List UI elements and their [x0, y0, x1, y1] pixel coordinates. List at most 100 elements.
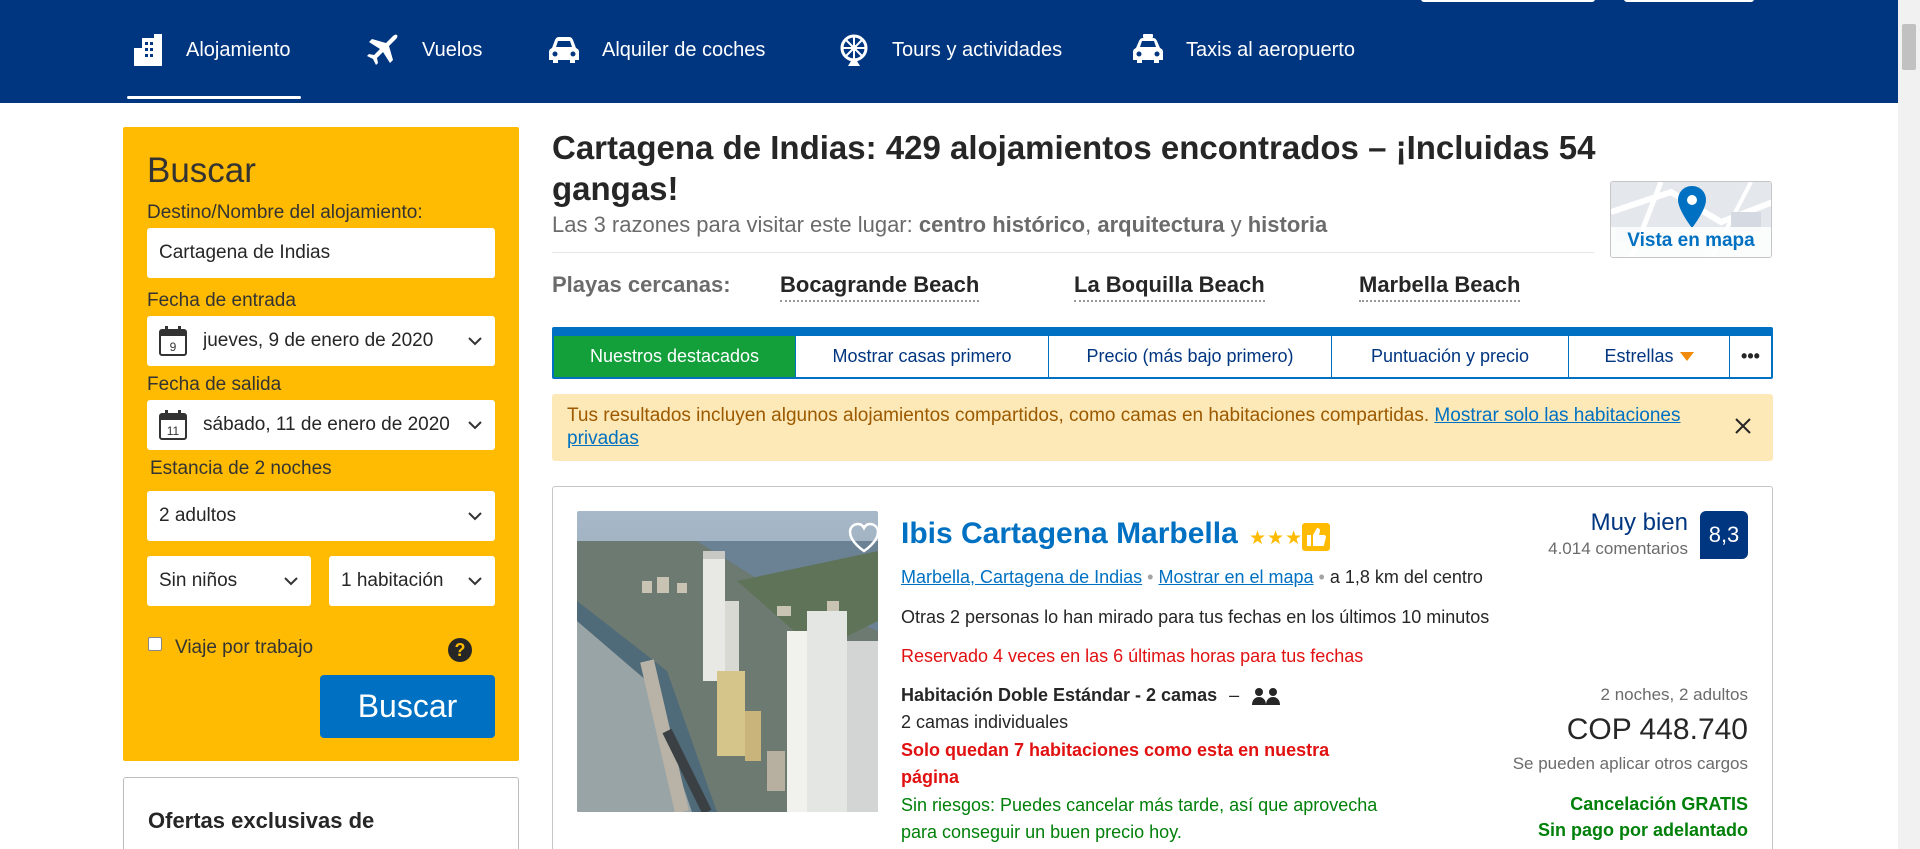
separator-dot: • — [1147, 567, 1154, 587]
nav-label: Taxis al aeropuerto — [1186, 38, 1355, 61]
destination-label: Destino/Nombre del alojamiento: — [147, 202, 423, 223]
nav-item-airport-taxi[interactable]: Taxis al aeropuerto — [1130, 30, 1355, 70]
shared-rooms-notice: Tus resultados incluyen algunos alojamie… — [552, 394, 1773, 461]
taxi-icon — [1133, 34, 1163, 63]
top-nav: Alojamiento Vuelos Alquiler de coches To… — [0, 0, 1898, 103]
star-rating: ★★★ — [1249, 528, 1304, 549]
destination-input[interactable]: Cartagena de Indias — [147, 228, 495, 278]
nav-label: Vuelos — [422, 38, 483, 61]
property-location: Marbella, Cartagena de Indias • Mostrar en… — [901, 567, 1483, 588]
children-value: Sin niños — [159, 570, 238, 591]
property-name[interactable]: Ibis Cartagena Marbella — [901, 517, 1238, 551]
map-view-button[interactable]: Vista en mapa — [1610, 181, 1772, 258]
checkout-label: Fecha de salida — [147, 374, 282, 395]
reason-separator: , — [1085, 212, 1098, 237]
viewers-note: Otras 2 personas lo han mirado para tus … — [901, 607, 1490, 627]
search-button[interactable]: Buscar — [320, 675, 495, 738]
nav-item-flights[interactable]: Vuelos — [366, 30, 482, 70]
notice-text: Tus resultados incluyen algunos alojamie… — [567, 405, 1435, 426]
scrollbar-thumb[interactable] — [1902, 24, 1916, 70]
search-panel: Buscar Destino/Nombre del alojamiento: C… — [123, 127, 519, 761]
page: Alojamiento Vuelos Alquiler de coches To… — [0, 0, 1920, 849]
checkout-date-field[interactable]: 11 sábado, 11 de enero de 2020 — [147, 400, 495, 450]
nav-item-tours[interactable]: Tours y actividades — [836, 30, 1062, 70]
location-link[interactable]: Marbella, Cartagena de Indias — [901, 567, 1142, 587]
map-pin-icon — [1678, 186, 1706, 228]
sort-more-button[interactable]: ••• — [1730, 336, 1771, 377]
beach-link[interactable]: La Boquilla Beach — [1074, 272, 1265, 302]
bed-config: 2 camas individuales — [901, 712, 1069, 732]
car-icon — [549, 37, 579, 63]
thumbs-up-icon — [1307, 528, 1326, 546]
property-card: Ibis Cartagena Marbella ★★★ Marbella, Ca… — [552, 486, 1773, 849]
reason: centro histórico — [918, 212, 1086, 237]
map-view-label: Vista en mapa — [1611, 227, 1771, 257]
nav-item-car-rental[interactable]: Alquiler de coches — [546, 30, 765, 70]
sort-tab-lowest-price[interactable]: Precio (más bajo primero) — [1049, 336, 1332, 377]
calendar-day: 11 — [167, 424, 180, 438]
review-score-badge[interactable]: 8,3 — [1700, 511, 1748, 559]
header-button-partial[interactable] — [1421, 0, 1595, 2]
nav-item-accommodation[interactable]: Alojamiento — [127, 30, 301, 99]
children-select[interactable]: Sin niños — [147, 556, 311, 606]
page-scrollbar[interactable] — [1898, 0, 1920, 849]
review-count[interactable]: 4.014 comentarios — [1548, 539, 1688, 559]
reason: arquitectura — [1097, 212, 1225, 237]
reason: historia — [1247, 212, 1328, 237]
rooms-select[interactable]: 1 habitación — [329, 556, 495, 606]
no-risk-message: Sin riesgos: Puedes cancelar más tarde, … — [901, 795, 1378, 842]
adults-value: 2 adultos — [159, 505, 237, 526]
booked-note: Reservado 4 veces en las 6 últimas horas… — [901, 646, 1364, 666]
nearby-beaches-label: Playas cercanas: — [552, 272, 731, 297]
heart-icon[interactable] — [847, 521, 878, 555]
ferris-wheel-icon — [840, 34, 868, 66]
chevron-down-icon — [468, 512, 482, 521]
exclusive-offers-box: Ofertas exclusivas de — [123, 777, 519, 849]
sort-tab-stars-label: Estrellas — [1604, 346, 1674, 366]
no-prepayment: Sin pago por adelantado — [1537, 820, 1748, 840]
room-type-name: Habitación Doble Estándar - 2 camas — [901, 685, 1218, 705]
search-title: Buscar — [147, 151, 256, 190]
visit-reasons: Las 3 razones para visitar este lugar: c… — [552, 212, 1327, 238]
calendar-icon: 11 — [159, 410, 187, 440]
header-button-partial[interactable] — [1624, 0, 1754, 2]
nav-label: Tours y actividades — [892, 38, 1063, 61]
extra-fees-note: Se pueden aplicar otros cargos — [1512, 754, 1748, 773]
offers-title: Ofertas exclusivas de — [148, 808, 375, 833]
dropdown-triangle-icon — [1679, 352, 1694, 361]
business-trip-label: Viaje por trabajo — [175, 637, 314, 658]
sort-tab-featured[interactable]: Nuestros destacados — [554, 336, 796, 377]
sort-tab-homes-first[interactable]: Mostrar casas primero — [796, 336, 1049, 377]
show-on-map-link[interactable]: Mostrar en el mapa — [1158, 567, 1313, 587]
adults-select[interactable]: 2 adultos — [147, 491, 495, 541]
beach-link[interactable]: Marbella Beach — [1359, 272, 1521, 302]
calendar-day: 9 — [170, 340, 177, 354]
business-trip-checkbox[interactable] — [148, 637, 162, 651]
help-icon[interactable]: ? — [448, 638, 472, 662]
sort-tab-score-price[interactable]: Puntuación y precio — [1332, 336, 1569, 377]
sort-bar: Nuestros destacados Mostrar casas primer… — [552, 327, 1773, 379]
free-cancellation: Cancelación GRATIS — [1570, 794, 1748, 814]
property-photo[interactable] — [577, 511, 878, 812]
stay-length: Estancia de 2 noches — [150, 458, 332, 479]
checkin-label: Fecha de entrada — [147, 290, 296, 311]
destination-value: Cartagena de Indias — [159, 242, 331, 263]
close-icon[interactable] — [1733, 416, 1753, 436]
nav-label: Alquiler de coches — [602, 38, 766, 61]
sort-tab-stars[interactable]: Estrellas — [1569, 336, 1730, 377]
review-rating-word[interactable]: Muy bien — [1591, 509, 1688, 537]
calendar-icon: 9 — [159, 326, 187, 356]
checkin-date-field[interactable]: 9 jueves, 9 de enero de 2020 — [147, 316, 495, 366]
room-type: Habitación Doble Estándar - 2 camas – — [901, 685, 1281, 706]
price: COP 448.740 — [1566, 713, 1748, 746]
chevron-down-icon — [468, 421, 482, 430]
reason-separator: y — [1224, 212, 1248, 237]
stay-summary: 2 noches, 2 adultos — [1600, 685, 1748, 704]
distance-text: a 1,8 km del centro — [1329, 567, 1483, 587]
beach-link[interactable]: Bocagrande Beach — [780, 272, 980, 302]
two-guests-icon — [1252, 687, 1281, 705]
hotel-aerial-image — [577, 511, 878, 812]
building-icon — [134, 34, 162, 66]
results-title: Cartagena de Indias: 429 alojamientos en… — [552, 129, 1596, 207]
nav-label: Alojamiento — [186, 38, 291, 61]
